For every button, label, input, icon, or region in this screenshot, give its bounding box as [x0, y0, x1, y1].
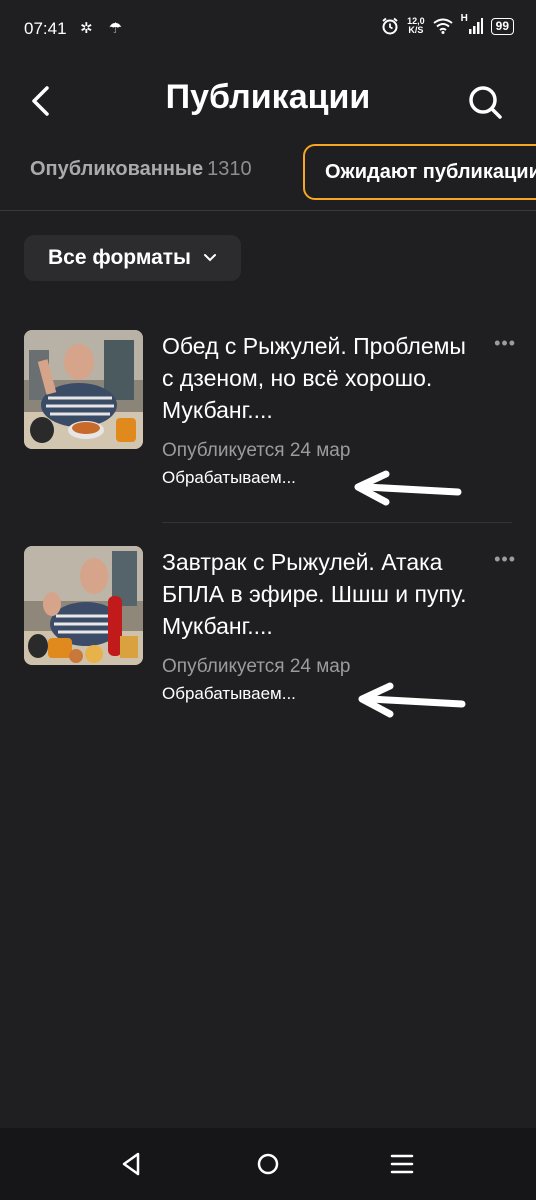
chevron-down-icon	[204, 254, 216, 262]
app-header: Публикации	[0, 60, 536, 142]
tab-awaiting-label: Ожидают публикации	[325, 161, 536, 183]
nav-back-button[interactable]	[116, 1148, 148, 1180]
publication-item[interactable]: Завтрак с Рыжулей. Атака БПЛА в эфире. Ш…	[24, 546, 516, 736]
more-options-button[interactable]: •••	[494, 334, 516, 352]
triangle-back-icon	[122, 1152, 140, 1176]
circle-home-icon	[257, 1153, 279, 1175]
menu-recents-icon	[390, 1154, 414, 1174]
alarm-icon	[382, 17, 398, 35]
network-speed-unit: K/S	[408, 25, 424, 35]
nav-recents-button[interactable]	[386, 1148, 418, 1180]
status-time: 07:41	[24, 19, 67, 38]
status-right-icons: 12,0 K/S H 99	[381, 13, 514, 35]
search-button[interactable]	[466, 82, 506, 122]
search-icon	[469, 86, 502, 119]
tab-published-label: Опубликованные	[30, 158, 204, 180]
tab-published-count: 1310	[207, 158, 252, 180]
system-navigation-bar	[0, 1128, 536, 1200]
format-filter-dropdown[interactable]: Все форматы	[24, 235, 241, 281]
network-speed: 12,0 K/S	[407, 17, 425, 35]
tab-published[interactable]: Опубликованные 1310	[30, 158, 252, 181]
publication-title: Обед с Рыжулей. Проблемы с дзеном, но вс…	[162, 333, 466, 423]
publication-info: Завтрак с Рыжулей. Атака БПЛА в эфире. Ш…	[162, 546, 482, 704]
publication-date: Опубликуется 24 мар	[162, 656, 351, 677]
list-divider	[162, 522, 512, 523]
publication-info: Обед с Рыжулей. Проблемы с дзеном, но вс…	[162, 330, 482, 488]
publication-title: Завтрак с Рыжулей. Атака БПЛА в эфире. Ш…	[162, 549, 467, 639]
nav-home-button[interactable]	[252, 1148, 284, 1180]
page-title: Публикации	[165, 78, 371, 116]
publication-item[interactable]: Обед с Рыжулей. Проблемы с дзеном, но вс…	[24, 330, 516, 520]
arrow-annotation-icon	[358, 682, 466, 718]
video-thumbnail	[24, 546, 143, 665]
status-bar: 07:41 ✲ ☂ 12,0 K/S H 99	[0, 0, 536, 60]
arrow-annotation-icon	[354, 470, 462, 506]
video-thumbnail	[24, 330, 143, 449]
status-notification-icons: ✲ ☂	[80, 20, 129, 37]
format-filter-label: Все форматы	[48, 246, 191, 269]
signal-icon: H	[461, 13, 483, 35]
publication-date: Опубликуется 24 мар	[162, 440, 351, 461]
publication-tabs: Опубликованные 1310 Ожидают публикации	[0, 140, 536, 211]
battery-icon: 99	[490, 17, 514, 35]
wifi-icon	[433, 18, 453, 34]
tab-awaiting-publication[interactable]: Ожидают публикации	[303, 144, 536, 200]
more-options-button[interactable]: •••	[494, 550, 516, 568]
screen: 07:41 ✲ ☂ 12,0 K/S H 99 Публикации Опубл…	[0, 0, 536, 1200]
